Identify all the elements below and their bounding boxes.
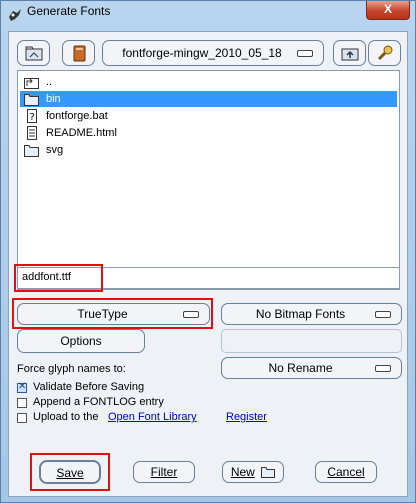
unknown-file-icon: ? — [27, 109, 37, 123]
home-folder-icon — [25, 46, 43, 61]
file-list-item[interactable]: .. — [20, 74, 397, 90]
window-title: Generate Fonts — [27, 4, 111, 18]
validate-label: Validate Before Saving — [33, 381, 145, 393]
directory-dropdown[interactable]: fontforge-mingw_2010_05_18 — [102, 40, 324, 66]
options-button[interactable]: Options — [17, 329, 145, 353]
upload-label: Upload to the — [33, 411, 99, 423]
register-link[interactable]: Register — [226, 411, 267, 423]
dropdown-indicator-icon — [375, 365, 391, 372]
dropdown-indicator-icon — [375, 311, 391, 318]
title-bar[interactable]: Generate Fonts X — [1, 1, 415, 31]
cancel-button[interactable]: Cancel — [315, 461, 377, 483]
file-list[interactable]: .. bin ? fontforge.bat README.html svg — [17, 70, 400, 290]
up-folder-icon — [341, 48, 359, 61]
svg-text:?: ? — [30, 112, 35, 123]
filter-label: Filter — [150, 465, 178, 479]
bitmap-format-dropdown[interactable]: No Bitmap Fonts — [221, 303, 402, 325]
glyph-names-value: No Rename — [268, 361, 333, 375]
filter-button[interactable]: Filter — [133, 461, 195, 483]
close-button[interactable]: X — [366, 1, 410, 20]
tools-button[interactable] — [368, 40, 401, 66]
save-highlight-box — [30, 453, 110, 491]
up-folder-icon — [24, 78, 39, 89]
document-icon — [27, 126, 37, 140]
bookmarks-button[interactable] — [62, 40, 95, 66]
folder-icon — [261, 467, 276, 478]
fontlog-checkbox[interactable] — [17, 398, 27, 408]
cancel-label: Cancel — [327, 465, 365, 479]
new-label: New — [230, 465, 255, 479]
dropdown-indicator-icon — [297, 50, 313, 57]
folder-icon — [24, 94, 39, 106]
folder-icon — [24, 145, 39, 157]
generate-fonts-dialog: Generate Fonts X fontforge-mingw_2010_05… — [0, 0, 416, 503]
open-font-library-link[interactable]: Open Font Library — [108, 411, 197, 423]
force-glyph-names-label: Force glyph names to: — [17, 363, 126, 375]
parent-folder-button[interactable] — [333, 40, 366, 66]
home-button[interactable] — [17, 40, 50, 66]
file-list-item[interactable]: ? fontforge.bat — [20, 108, 397, 124]
directory-path: fontforge-mingw_2010_05_18 — [122, 46, 282, 60]
dialog-body: fontforge-mingw_2010_05_18 .. bin ? font… — [8, 31, 408, 497]
bitmap-resolution-field — [221, 329, 402, 353]
upload-checkbox[interactable] — [17, 413, 27, 423]
file-list-item[interactable]: README.html — [20, 125, 397, 141]
file-list-item[interactable]: svg — [20, 142, 397, 158]
wrench-icon — [377, 45, 393, 61]
format-highlight-box — [12, 298, 213, 329]
filename-highlight-box — [14, 264, 103, 292]
fontlog-label: Append a FONTLOG entry — [33, 396, 164, 408]
fontforge-app-icon — [9, 9, 21, 21]
bookmark-book-icon — [73, 45, 86, 62]
file-list-item-selected[interactable]: bin — [20, 91, 397, 107]
new-folder-button[interactable]: New — [222, 461, 284, 483]
glyph-names-dropdown[interactable]: No Rename — [221, 357, 402, 379]
validate-checkbox[interactable] — [17, 381, 27, 393]
bitmap-format-value: No Bitmap Fonts — [255, 307, 346, 321]
